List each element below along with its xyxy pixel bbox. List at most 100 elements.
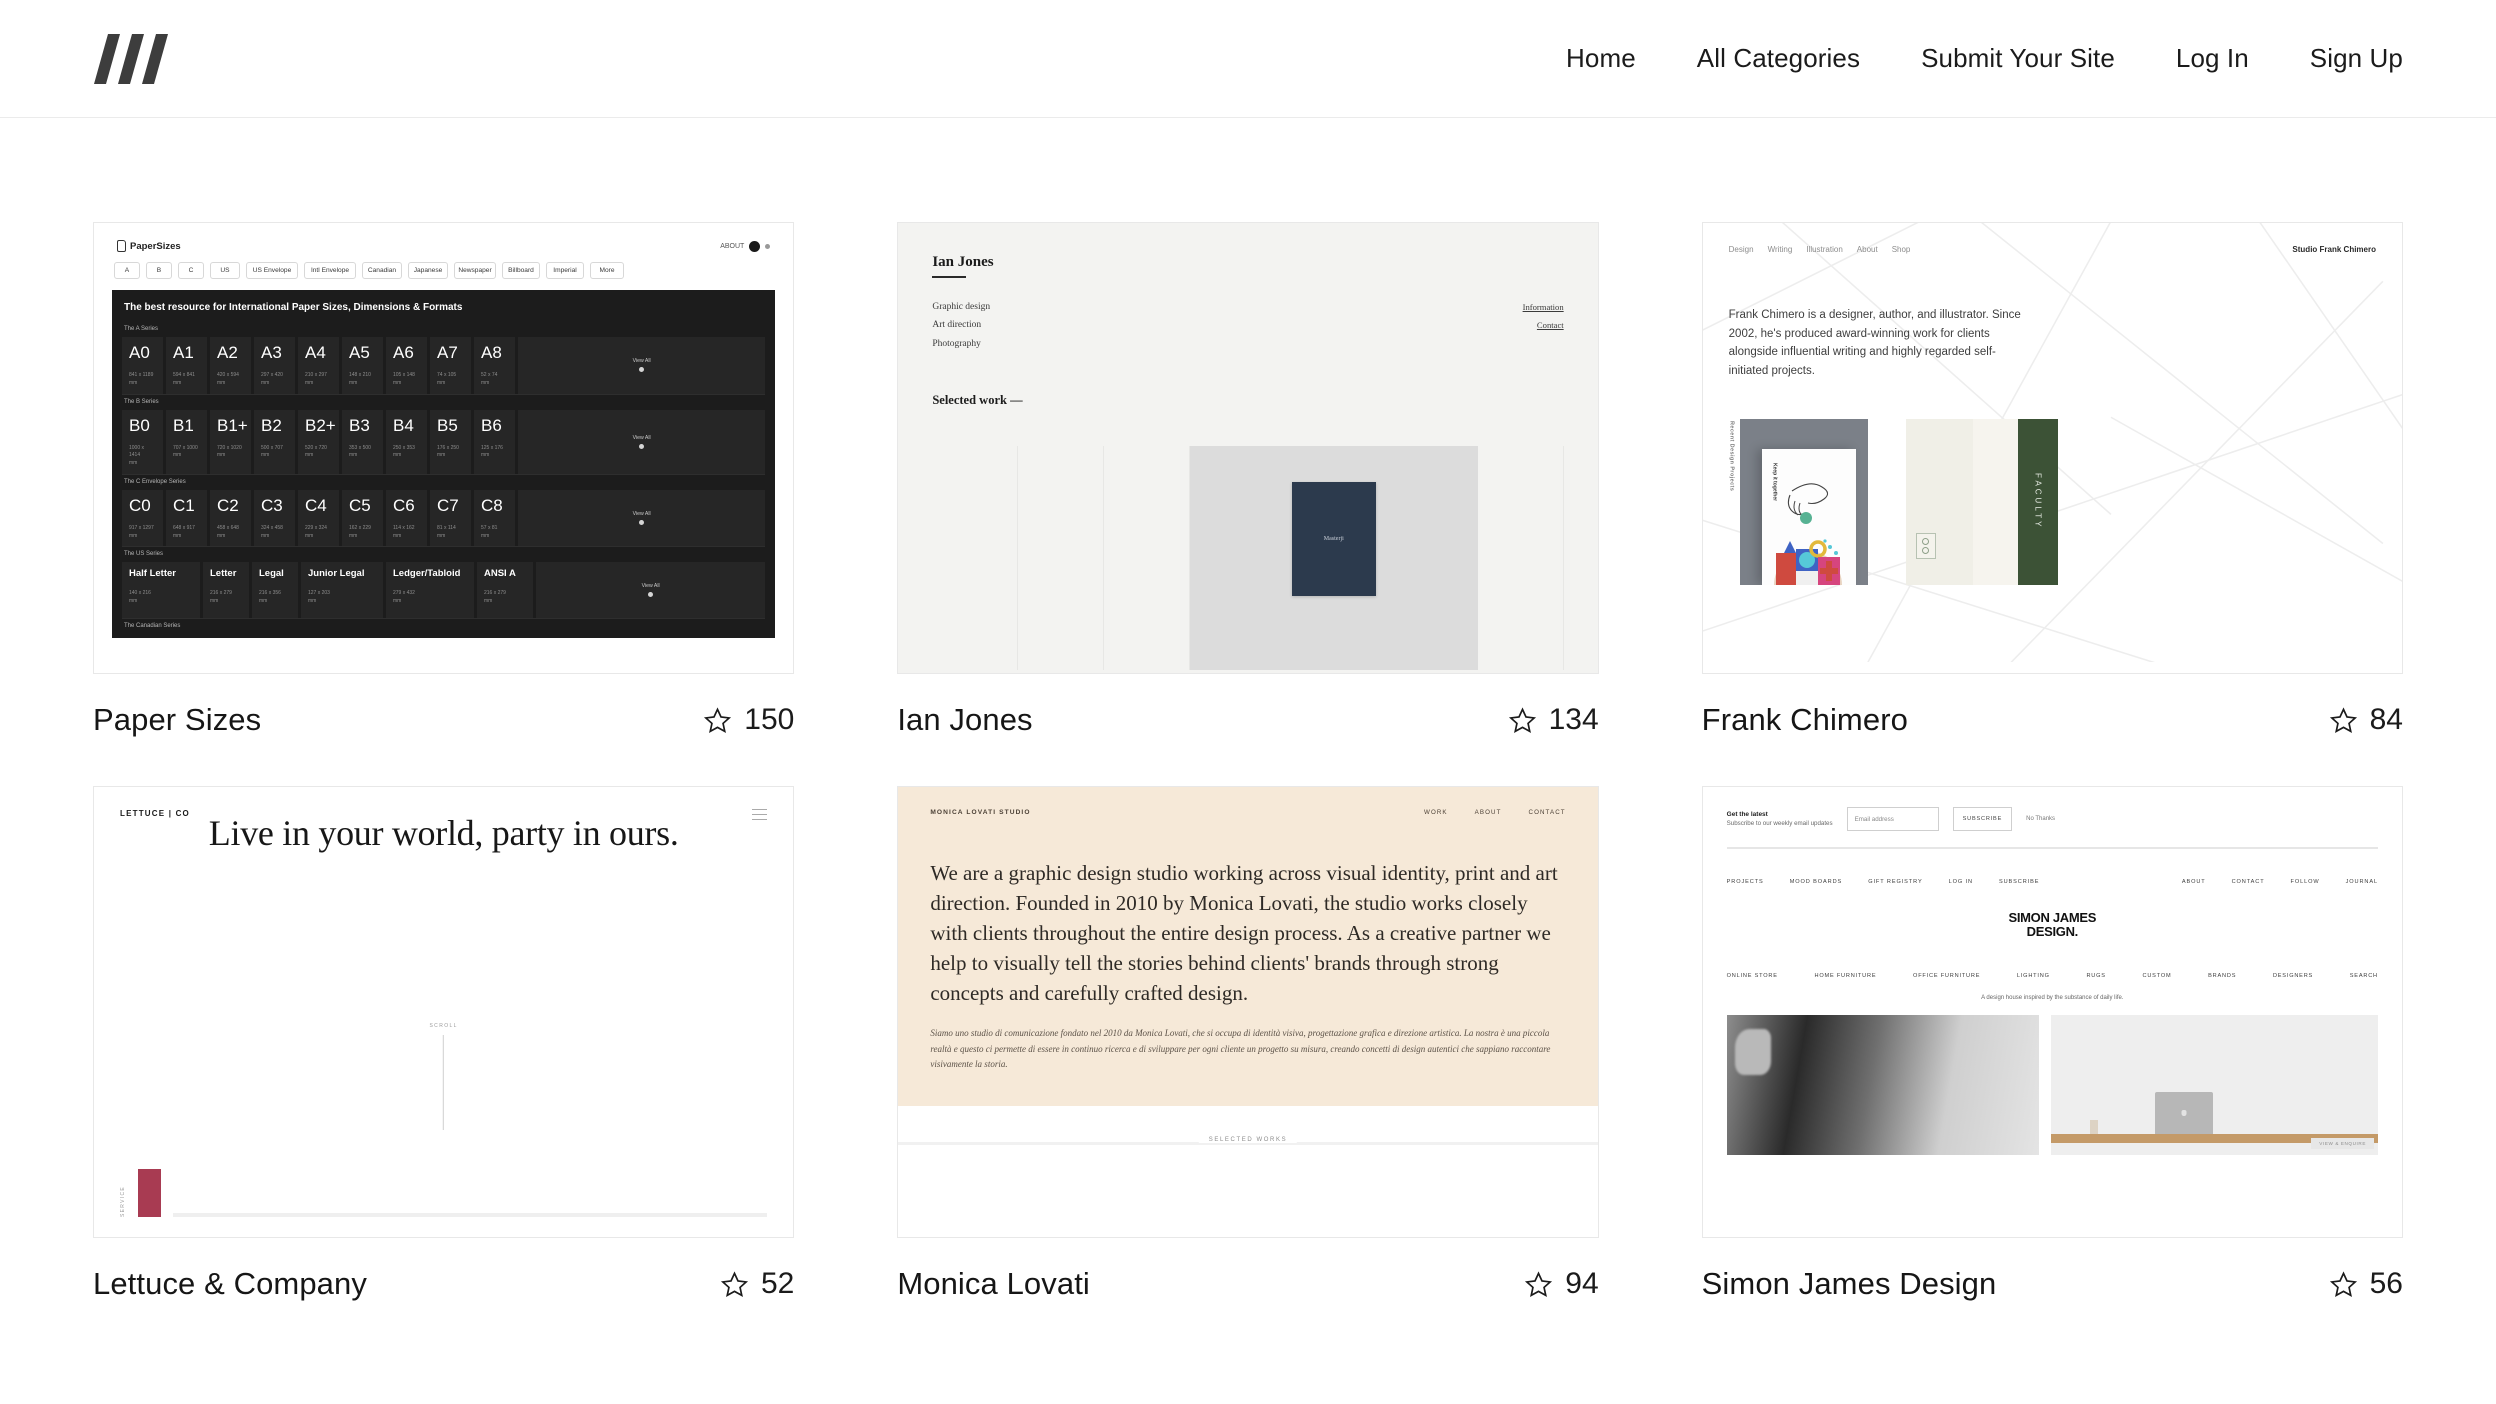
size-cell[interactable]: A0 841 x 1189 mm xyxy=(122,337,163,394)
size-cell[interactable]: Letter 216 x 279 mm xyxy=(203,562,249,619)
site-thumbnail[interactable]: MONICA LOVATI STUDIO WORK ABOUT CONTACT … xyxy=(897,786,1599,1238)
site-card-paper-sizes[interactable]: PaperSizes ABOUT A B C US US Envelope In… xyxy=(93,222,795,738)
size-cell[interactable]: ANSI A 216 x 279 mm xyxy=(477,562,533,619)
size-cell[interactable]: C0 917 x 1297 mm xyxy=(122,489,163,547)
nav-illustration[interactable]: Illustration xyxy=(1806,245,1842,254)
cat-office-furniture[interactable]: OFFICE FURNITURE xyxy=(1913,973,1980,979)
site-thumbnail[interactable]: LETTUCE | CO Live in your world, party i… xyxy=(93,786,795,1238)
site-card-monica-lovati[interactable]: MONICA LOVATI STUDIO WORK ABOUT CONTACT … xyxy=(897,786,1599,1302)
size-cell[interactable]: B1 707 x 1000 mm xyxy=(166,409,207,474)
email-input[interactable]: Email address xyxy=(1846,807,1939,831)
size-cell[interactable]: B3 353 x 500 mm xyxy=(342,409,383,474)
nav-shop[interactable]: Shop xyxy=(1892,245,1911,254)
nav-about[interactable]: About xyxy=(1857,245,1878,254)
size-cell[interactable]: B2 500 x 707 mm xyxy=(254,409,295,474)
size-cell[interactable]: A8 52 x 74 mm xyxy=(474,337,515,394)
size-cell[interactable]: A3 297 x 420 mm xyxy=(254,337,295,394)
site-card-ian-jones[interactable]: Ian Jones Graphic design Art direction P… xyxy=(897,222,1599,738)
star-count[interactable]: 84 xyxy=(2329,703,2403,737)
size-cell[interactable]: C2 458 x 648 mm xyxy=(210,489,251,547)
size-cell[interactable]: Junior Legal 127 x 203 mm xyxy=(301,562,383,619)
strip-feature[interactable]: Masterji xyxy=(1189,446,1478,671)
cat-rugs[interactable]: RUGS xyxy=(2086,973,2105,979)
size-cell[interactable]: B4 250 x 353 mm xyxy=(386,409,427,474)
view-all-button[interactable]: View All xyxy=(518,337,766,394)
tab-us-envelope[interactable]: US Envelope xyxy=(246,262,298,279)
tab-c[interactable]: C xyxy=(178,262,204,279)
subscribe-button[interactable]: SUBSCRIBE xyxy=(1952,807,2013,831)
link-contact[interactable]: Contact xyxy=(1523,316,1564,335)
size-cell[interactable]: B0 1000 x 1414 mm xyxy=(122,409,163,474)
star-count[interactable]: 56 xyxy=(2329,1267,2403,1301)
size-cell[interactable]: A4 210 x 297 mm xyxy=(298,337,339,394)
view-all-button[interactable]: View All xyxy=(518,409,766,474)
hamburger-menu-icon[interactable] xyxy=(752,809,768,824)
no-thanks-link[interactable]: No Thanks xyxy=(2026,816,2055,822)
size-cell[interactable]: C7 81 x 114 mm xyxy=(430,489,471,547)
cat-search[interactable]: SEARCH xyxy=(2350,973,2378,979)
size-cell[interactable]: C1 648 x 917 mm xyxy=(166,489,207,547)
star-count[interactable]: 94 xyxy=(1524,1267,1599,1301)
nav-about[interactable]: ABOUT xyxy=(1475,809,1502,816)
site-thumbnail[interactable]: Design Writing Illustration About Shop S… xyxy=(1701,222,2403,674)
size-cell[interactable]: B1+ 720 x 1020 mm xyxy=(210,409,251,474)
nav-item-home[interactable]: Home xyxy=(1566,43,1636,74)
tab-canadian[interactable]: Canadian xyxy=(362,262,402,279)
nav-item-sign-up[interactable]: Sign Up xyxy=(2310,43,2403,74)
site-thumbnail[interactable]: Ian Jones Graphic design Art direction P… xyxy=(897,222,1599,674)
cat-lighting[interactable]: LIGHTING xyxy=(2017,973,2050,979)
size-cell[interactable]: C3 324 x 458 mm xyxy=(254,489,295,547)
size-cell[interactable]: C5 162 x 229 mm xyxy=(342,489,383,547)
nav-contact[interactable]: CONTACT xyxy=(1529,809,1566,816)
size-cell[interactable]: A6 105 x 148 mm xyxy=(386,337,427,394)
footer-link-subscribe[interactable]: SUBSCRIBE xyxy=(1999,879,2039,885)
nav-work[interactable]: WORK xyxy=(1424,809,1448,816)
cat-home-furniture[interactable]: HOME FURNITURE xyxy=(1815,973,1877,979)
cat-custom[interactable]: CUSTOM xyxy=(2143,973,2172,979)
size-cell[interactable]: A5 148 x 210 mm xyxy=(342,337,383,394)
nav-item-log-in[interactable]: Log In xyxy=(2176,43,2249,74)
footer-link-mood-boards[interactable]: MOOD BOARDS xyxy=(1790,879,1842,885)
size-cell[interactable]: B5 176 x 250 mm xyxy=(430,409,471,474)
size-cell[interactable]: C6 114 x 162 mm xyxy=(386,489,427,547)
footer-link-follow[interactable]: FOLLOW xyxy=(2291,879,2320,885)
tab-b[interactable]: B xyxy=(146,262,172,279)
size-cell[interactable]: C8 57 x 81 mm xyxy=(474,489,515,547)
cat-brands[interactable]: BRANDS xyxy=(2208,973,2236,979)
star-count[interactable]: 134 xyxy=(1508,703,1599,737)
size-cell[interactable]: B6 125 x 176 mm xyxy=(474,409,515,474)
view-all-button[interactable]: View All xyxy=(518,489,766,547)
tab-us[interactable]: US xyxy=(210,262,240,279)
site-card-lettuce-and-company[interactable]: LETTUCE | CO Live in your world, party i… xyxy=(93,786,795,1302)
work-item[interactable]: FACULTY xyxy=(1905,418,2058,585)
footer-link-contact[interactable]: CONTACT xyxy=(2232,879,2265,885)
nav-writing[interactable]: Writing xyxy=(1768,245,1793,254)
link-information[interactable]: Information xyxy=(1523,298,1564,317)
site-thumbnail[interactable]: Get the latest Subscribe to our weekly e… xyxy=(1701,786,2403,1238)
footer-link-gift-registry[interactable]: GIFT REGISTRY xyxy=(1868,879,1922,885)
size-cell[interactable]: A2 420 x 594 mm xyxy=(210,337,251,394)
size-cell[interactable]: B2+ 520 x 720 mm xyxy=(298,409,339,474)
work-item[interactable]: Recent Design Projects Keep it together xyxy=(1729,418,1868,585)
site-card-frank-chimero[interactable]: Design Writing Illustration About Shop S… xyxy=(1701,222,2403,738)
view-all-button[interactable]: View All xyxy=(536,562,766,619)
tab-intl-envelope[interactable]: Intl Envelope xyxy=(304,262,356,279)
size-cell[interactable]: Legal 216 x 356 mm xyxy=(252,562,298,619)
tab-more[interactable]: More xyxy=(590,262,624,279)
tab-a[interactable]: A xyxy=(114,262,140,279)
nav-item-all-categories[interactable]: All Categories xyxy=(1697,43,1860,74)
nav-design[interactable]: Design xyxy=(1729,245,1754,254)
tab-newspaper[interactable]: Newspaper xyxy=(454,262,496,279)
photo-desk[interactable]: VIEW & ENQUIRE xyxy=(2050,1014,2378,1155)
cat-designers[interactable]: DESIGNERS xyxy=(2273,973,2313,979)
brand-logo[interactable] xyxy=(92,30,168,88)
size-cell[interactable]: Half Letter 140 x 216 mm xyxy=(122,562,200,619)
size-cell[interactable]: A7 74 x 105 mm xyxy=(430,337,471,394)
site-card-simon-james-design[interactable]: Get the latest Subscribe to our weekly e… xyxy=(1701,786,2403,1302)
size-cell[interactable]: A1 594 x 841 mm xyxy=(166,337,207,394)
site-thumbnail[interactable]: PaperSizes ABOUT A B C US US Envelope In… xyxy=(93,222,795,674)
footer-link-about[interactable]: ABOUT xyxy=(2182,879,2206,885)
footer-link-journal[interactable]: JOURNAL xyxy=(2346,879,2378,885)
photo-portrait[interactable] xyxy=(1726,1014,2039,1155)
footer-link-log-in[interactable]: LOG IN xyxy=(1949,879,1973,885)
